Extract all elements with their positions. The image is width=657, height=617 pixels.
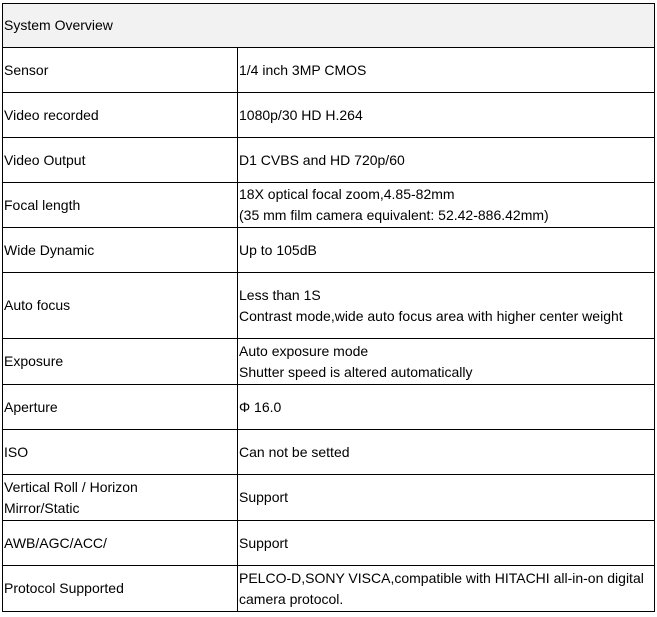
- table-row: Aperture Φ 16.0: [2, 384, 656, 430]
- value-line: Can not be setted: [239, 443, 350, 460]
- value-line: Support: [239, 534, 289, 551]
- value-line: Shutter speed is altered automatically: [239, 363, 473, 380]
- value-line: Up to 105dB: [239, 241, 317, 258]
- row-label: Focal length: [2, 182, 238, 228]
- row-label: Video Output: [2, 137, 238, 183]
- row-label: Wide Dynamic: [2, 227, 238, 273]
- row-label: ISO: [2, 429, 238, 475]
- row-value: Up to 105dB: [236, 227, 656, 273]
- row-value: Support: [236, 474, 656, 521]
- row-label: Vertical Roll / Horizon Mirror/Static: [2, 474, 238, 521]
- value-line: Auto exposure mode: [239, 342, 369, 359]
- value-line: 1/4 inch 3MP CMOS: [239, 61, 367, 78]
- spec-table: System Overview Sensor 1/4 inch 3MP CMOS…: [1, 3, 656, 612]
- value-line: D1 CVBS and HD 720p/60: [239, 151, 405, 168]
- value-line: PELCO-D,SONY VISCA,compatible with HITAC…: [239, 569, 644, 607]
- value-line: Support: [239, 489, 289, 505]
- row-label: Aperture: [2, 384, 238, 430]
- value-line: Less than 1S: [239, 286, 321, 303]
- row-value: Can not be setted: [236, 429, 656, 475]
- table-title: System Overview: [1, 3, 656, 48]
- row-label: Auto focus: [2, 272, 238, 339]
- value-line: 1080p/30 HD H.264: [239, 106, 363, 123]
- row-value: 1/4 inch 3MP CMOS: [236, 47, 656, 93]
- table-row: Video Output D1 CVBS and HD 720p/60: [2, 137, 656, 183]
- row-label: Protocol Supported: [2, 565, 238, 612]
- row-label: Sensor: [2, 47, 238, 93]
- row-value: Less than 1S Contrast mode,wide auto foc…: [236, 272, 656, 339]
- row-label: Exposure: [2, 338, 238, 385]
- table-row: Vertical Roll / Horizon Mirror/Static Su…: [2, 474, 656, 521]
- row-label: AWB/AGC/ACC/: [2, 520, 238, 566]
- row-value: Φ 16.0: [236, 384, 656, 430]
- value-line: Φ 16.0: [239, 398, 282, 415]
- table-row: AWB/AGC/ACC/ Support: [2, 520, 656, 566]
- table-row: Sensor 1/4 inch 3MP CMOS: [2, 47, 656, 93]
- row-value: Support: [236, 520, 656, 566]
- table-row: Auto focus Less than 1S Contrast mode,wi…: [2, 272, 656, 339]
- row-value: D1 CVBS and HD 720p/60: [236, 137, 656, 183]
- row-value: PELCO-D,SONY VISCA,compatible with HITAC…: [236, 565, 656, 612]
- row-value: 1080p/30 HD H.264: [236, 92, 656, 138]
- value-line: Contrast mode,wide auto focus area with …: [239, 307, 623, 324]
- table-row: Wide Dynamic Up to 105dB: [2, 227, 656, 273]
- table-row: Exposure Auto exposure mode Shutter spee…: [2, 338, 656, 385]
- table-header-row: System Overview: [1, 3, 656, 48]
- row-value: Auto exposure mode Shutter speed is alte…: [236, 338, 656, 385]
- table-row: Video recorded 1080p/30 HD H.264: [2, 92, 656, 138]
- table-row: ISO Can not be setted: [2, 429, 656, 475]
- value-line: 18X optical focal zoom,4.85-82mm: [239, 186, 455, 202]
- row-label: Video recorded: [2, 92, 238, 138]
- value-line: (35 mm film camera equivalent: 52.42-886…: [239, 207, 549, 223]
- table-row: Focal length 18X optical focal zoom,4.85…: [2, 182, 656, 228]
- row-label-text: Vertical Roll / Horizon Mirror/Static: [4, 478, 138, 516]
- row-value: 18X optical focal zoom,4.85-82mm (35 mm …: [236, 182, 656, 228]
- table-row: Protocol Supported PELCO-D,SONY VISCA,co…: [2, 565, 656, 612]
